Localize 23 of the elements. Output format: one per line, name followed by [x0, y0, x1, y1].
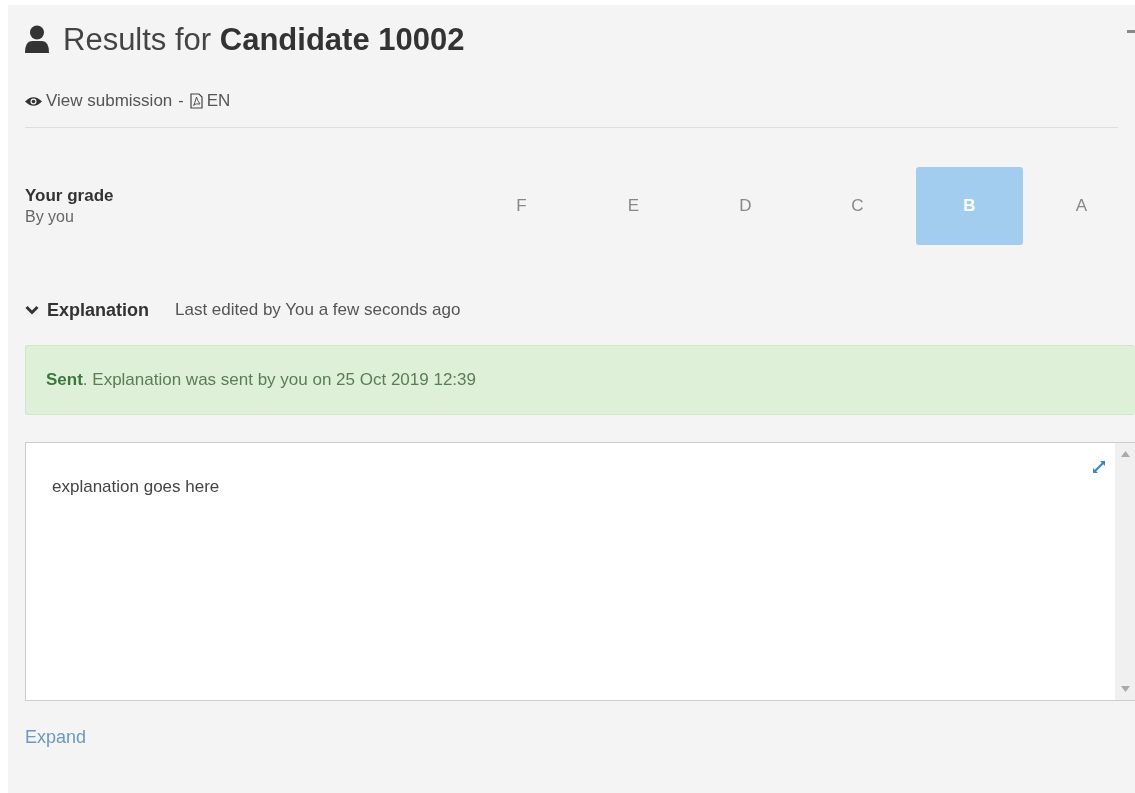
grade-option[interactable]: A — [1028, 167, 1135, 245]
grade-option[interactable]: B — [916, 167, 1023, 245]
grade-option[interactable]: E — [580, 167, 687, 245]
scroll-down-icon[interactable] — [1120, 686, 1130, 692]
explanation-toggle[interactable]: Explanation — [25, 299, 149, 321]
pdf-file-icon — [189, 93, 203, 109]
user-icon — [25, 25, 49, 55]
explanation-textarea[interactable]: explanation goes here — [25, 442, 1135, 701]
last-edited-text: Last edited by You a few seconds ago — [175, 300, 461, 320]
expand-arrows-icon[interactable] — [1091, 459, 1107, 475]
grade-label: Your grade — [25, 186, 115, 206]
expand-link[interactable]: Expand — [25, 727, 87, 748]
sent-alert: Sent. Explanation was sent by you on 25 Oct 2019 12:39 — [25, 345, 1135, 415]
eye-icon — [25, 95, 42, 107]
scroll-up-icon[interactable] — [1120, 451, 1130, 457]
separator: - — [178, 92, 184, 110]
grade-sublabel: By you — [25, 208, 75, 226]
grade-option[interactable]: C — [804, 167, 911, 245]
language-link[interactable]: EN — [189, 91, 231, 111]
view-submission-link[interactable]: View submission — [25, 91, 173, 111]
page-title: Results for Candidate 10002 — [63, 22, 465, 58]
grade-option[interactable]: F — [468, 167, 575, 245]
grade-option[interactable]: D — [692, 167, 799, 245]
